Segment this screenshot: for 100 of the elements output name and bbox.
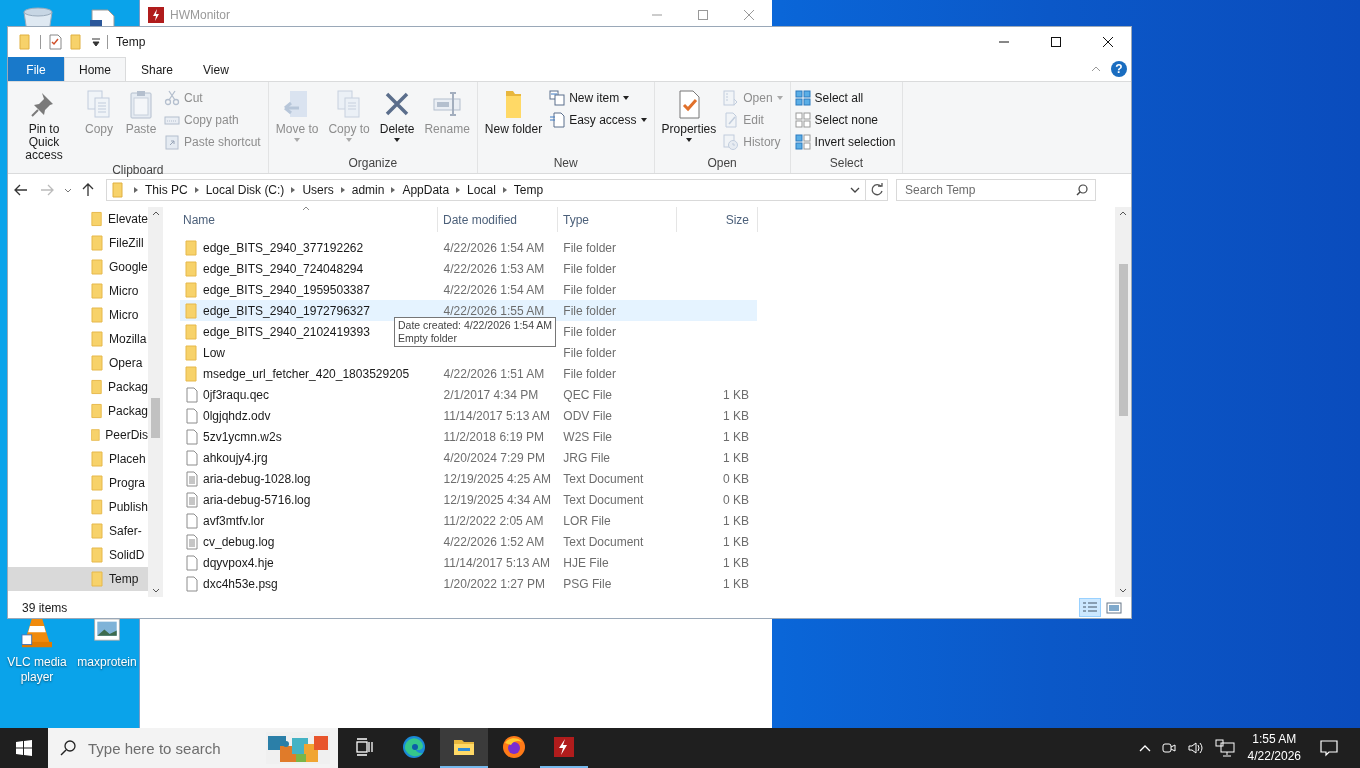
navigation-item[interactable]: Google — [8, 255, 148, 279]
caret-up-icon[interactable] — [1138, 744, 1151, 752]
navigation-item[interactable]: SolidD — [8, 543, 148, 567]
ribbon-button[interactable]: Invert selection — [794, 132, 899, 151]
edit-icon — [723, 111, 740, 128]
collapse-icon[interactable] — [1091, 66, 1101, 72]
folder-icon — [90, 283, 106, 299]
chevron-icon[interactable] — [134, 187, 138, 193]
back-icon[interactable] — [14, 184, 28, 196]
caret-icon[interactable] — [850, 187, 860, 193]
navigation-item[interactable]: PeerDis — [8, 423, 148, 447]
scrollbar[interactable] — [1115, 207, 1131, 597]
navigation-item[interactable]: Elevate — [8, 207, 148, 231]
caret-icon[interactable] — [64, 187, 72, 193]
ribbon-button[interactable]: Select all — [794, 88, 899, 107]
navigation-item[interactable]: FileZill — [8, 231, 148, 255]
navigation-item[interactable]: Packag — [8, 399, 148, 423]
file-size: 1 KB — [723, 534, 749, 549]
scroll-thumb[interactable] — [151, 398, 160, 438]
date-modified: 11/2/2018 6:19 PM — [443, 429, 545, 444]
file-size: 1 KB — [723, 555, 749, 570]
ribbon-tab[interactable]: File — [8, 57, 64, 81]
navigation-item[interactable]: Placeh — [8, 447, 148, 471]
window-title: HWMonitor — [170, 8, 230, 22]
chevron-icon[interactable] — [194, 187, 199, 193]
column-header[interactable]: Size — [677, 207, 758, 232]
ribbon-button[interactable]: Delete — [376, 84, 418, 155]
ribbon-button[interactable]: Properties — [658, 84, 720, 155]
dropdown-icon[interactable] — [91, 37, 101, 47]
date-modified: 12/19/2025 4:25 AM — [443, 471, 551, 486]
chevron-icon[interactable] — [502, 187, 507, 193]
network-icon[interactable] — [1214, 739, 1235, 757]
file-name: 5zv1ycmn.w2s — [203, 429, 282, 444]
file-type: W2S File — [563, 429, 613, 444]
ribbon-button[interactable]: New item — [549, 88, 650, 107]
breadcrumb-item[interactable]: This PC — [145, 183, 188, 197]
navigation-item[interactable]: Mozilla — [8, 327, 148, 351]
up-arrow-icon[interactable] — [82, 183, 94, 197]
checklist-icon[interactable] — [47, 34, 63, 50]
help-button[interactable]: ? — [1111, 61, 1127, 77]
navigation-item[interactable]: Safer- — [8, 519, 148, 543]
file-type: File folder — [563, 303, 617, 318]
file-name: dxc4h53e.psg — [203, 576, 278, 591]
chevron-icon[interactable] — [291, 187, 296, 193]
navigation-item[interactable]: Temp — [8, 567, 148, 591]
navigation-item[interactable]: Publish — [8, 495, 148, 519]
address-bar[interactable]: This PC Local Disk (C:) Users admin AppData Local Temp — [106, 179, 866, 201]
scroll-down-icon[interactable] — [1119, 588, 1127, 593]
chevron-icon[interactable] — [340, 187, 345, 193]
maximize-icon — [698, 10, 708, 20]
camera-icon[interactable] — [1160, 740, 1177, 756]
file-icon — [184, 449, 200, 466]
search-field[interactable]: Search Temp — [896, 179, 1096, 201]
breadcrumb-item[interactable]: Local — [467, 183, 496, 197]
navigation-item[interactable]: Progra — [8, 471, 148, 495]
navigation-item[interactable]: Micro — [8, 279, 148, 303]
file-type: Text Document — [563, 471, 644, 486]
breadcrumb-item[interactable]: Temp — [513, 183, 544, 197]
date-modified: 4/22/2026 1:54 AM — [443, 282, 545, 297]
notification-icon[interactable] — [1320, 739, 1338, 757]
refresh-button[interactable] — [866, 179, 888, 201]
column-header[interactable]: Date modified — [438, 207, 558, 232]
date-modified: 4/20/2024 7:29 PM — [443, 450, 545, 465]
file-type: HJE File — [563, 555, 609, 570]
folder-icon — [90, 259, 106, 275]
clock[interactable]: 1:55 AM 4/22/2026 — [1247, 731, 1301, 765]
file-type: Text Document — [563, 492, 644, 507]
column-header[interactable]: Name — [178, 207, 438, 232]
folder-icon — [90, 211, 105, 227]
breadcrumb-item[interactable]: Local Disk (C:) — [205, 183, 285, 197]
ribbon-tab[interactable]: Home — [64, 57, 126, 81]
close-icon — [1103, 37, 1113, 47]
clock-time: 1:55 AM — [1252, 731, 1297, 748]
navigation-item[interactable]: Micro — [8, 303, 148, 327]
navigation-item[interactable]: Opera — [8, 351, 148, 375]
folder-icon — [90, 331, 106, 347]
ribbon-tab[interactable]: View — [188, 57, 244, 81]
scrollbar[interactable] — [148, 207, 163, 597]
breadcrumb-item[interactable]: admin — [351, 183, 385, 197]
chevron-icon[interactable] — [391, 187, 396, 193]
navigation-item[interactable]: Packag — [8, 375, 148, 399]
ribbon-button[interactable]: Pin to Quick access — [12, 84, 76, 162]
ribbon-button[interactable]: Select none — [794, 110, 899, 129]
scroll-thumb[interactable] — [1118, 264, 1128, 416]
scroll-up-icon[interactable] — [151, 211, 160, 216]
ribbon-button[interactable]: Easy access — [549, 110, 650, 129]
scroll-down-icon[interactable] — [151, 588, 160, 593]
date-modified: 4/22/2026 1:51 AM — [443, 366, 545, 381]
breadcrumb-item[interactable]: AppData — [402, 183, 450, 197]
taskbar-app-button[interactable] — [440, 728, 488, 768]
chevron-icon[interactable] — [456, 187, 461, 193]
ribbon-tab[interactable]: Share — [126, 57, 189, 81]
clock-date: 4/22/2026 — [1247, 748, 1301, 765]
folder-icon — [184, 323, 200, 340]
ribbon-button[interactable]: New folder — [481, 84, 546, 155]
scroll-up-icon[interactable] — [1119, 211, 1127, 216]
selected-file-row[interactable]: edge_BITS_2940_1972796327 4/22/2026 1:55 AM File folder — [180, 300, 757, 321]
column-header[interactable]: Type — [558, 207, 677, 232]
breadcrumb-item[interactable]: Users — [302, 183, 334, 197]
speaker-icon[interactable] — [1186, 740, 1205, 756]
